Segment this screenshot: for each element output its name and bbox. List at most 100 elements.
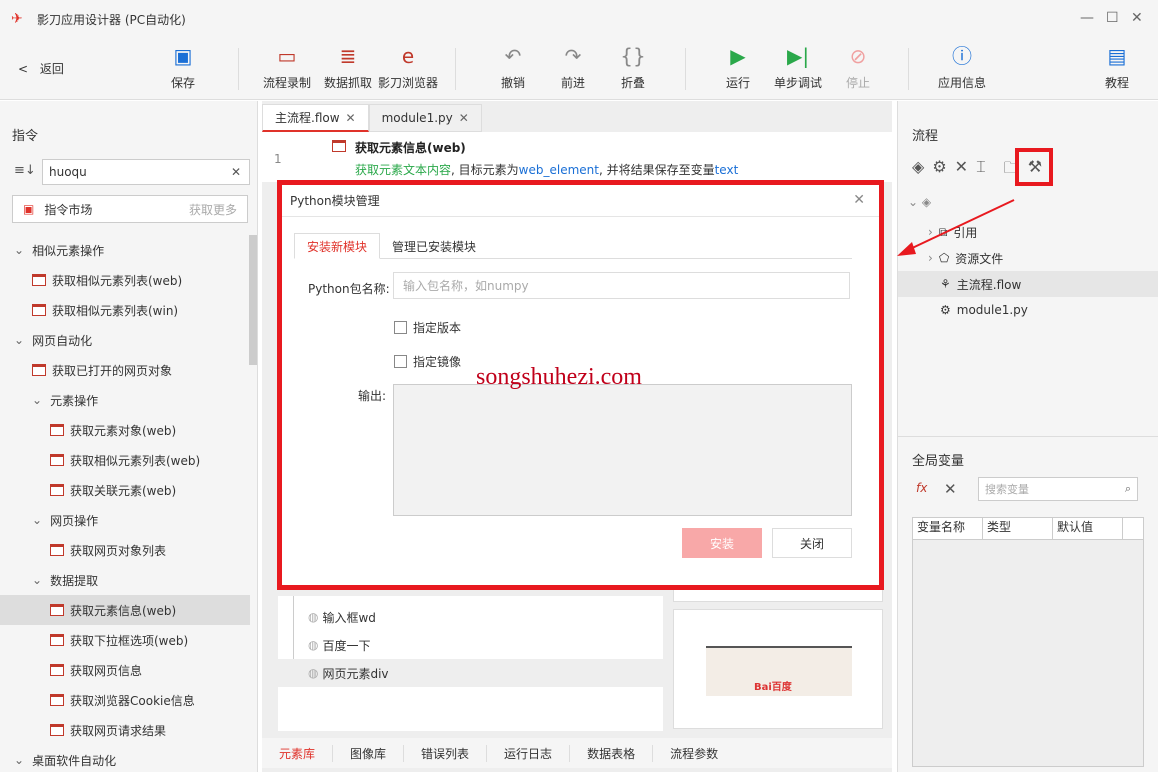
command-group[interactable]: ⌄ 桌面软件自动化	[0, 745, 250, 775]
redo-button[interactable]: ↷ 前进	[541, 43, 605, 91]
tab-main-flow[interactable]: 主流程.flow ✕	[262, 104, 369, 132]
command-item[interactable]: 获取元素信息(web)	[0, 595, 250, 625]
flow-title: 流程	[912, 129, 939, 144]
stop-button[interactable]: ⊘ 停止	[826, 43, 890, 91]
app-info-button[interactable]: ⓘ 应用信息	[930, 43, 994, 91]
get-more-link[interactable]: 获取更多	[189, 201, 237, 218]
tree-item-module1[interactable]: ⚙ module1.py	[928, 297, 1158, 323]
command-search-input[interactable]: huoqu ✕	[42, 159, 250, 185]
book-icon: ▤	[1107, 44, 1127, 68]
command-group[interactable]: ⌄ 数据提取	[0, 565, 250, 595]
tutorial-button[interactable]: ▤ 教程	[1085, 43, 1149, 91]
chevron-down-icon: ⌄	[32, 393, 43, 407]
rename-icon[interactable]: ⌶	[976, 157, 986, 184]
output-area[interactable]	[393, 384, 852, 516]
flow-step-row[interactable]: 1 获取元素信息(web) 获取元素文本内容, 目标元素为web_element…	[262, 132, 892, 182]
variable-search-input[interactable]: 搜索变量 ⌕	[978, 477, 1138, 501]
command-item[interactable]: 获取网页信息	[0, 655, 250, 685]
delete-icon[interactable]: ✕	[955, 157, 968, 184]
element-item[interactable]: ◍ 网页元素div	[278, 659, 663, 687]
close-tab-icon[interactable]: ✕	[346, 111, 356, 125]
back-button[interactable]: < 返回	[18, 60, 64, 77]
command-item[interactable]: 获取浏览器Cookie信息	[0, 685, 250, 715]
command-market-button[interactable]: ▣ 指令市场 获取更多	[12, 195, 248, 223]
record-button[interactable]: ▭ 流程录制	[255, 43, 319, 91]
clear-icon[interactable]: ✕	[231, 165, 241, 179]
checkbox-box	[394, 321, 407, 334]
specify-mirror-checkbox[interactable]: 指定镜像	[394, 353, 461, 370]
tab-element-library[interactable]: 元素库	[262, 744, 334, 762]
command-item[interactable]: 获取相似元素列表(web)	[0, 265, 250, 295]
step-debug-button[interactable]: ▶| 单步调试	[766, 43, 830, 91]
undo-button[interactable]: ↶ 撤销	[481, 43, 545, 91]
preview-image: Bai百度	[706, 646, 852, 696]
close-window-icon[interactable]: ✕	[1131, 10, 1143, 26]
folder-highlight	[1015, 148, 1053, 186]
tree-item-resources[interactable]: › ⬠ 资源文件	[928, 245, 1158, 271]
tree-item-main-flow[interactable]: ⚘ 主流程.flow	[898, 271, 1158, 297]
save-icon: ▣	[173, 44, 193, 68]
run-button[interactable]: ▶ 运行	[706, 43, 770, 91]
element-item[interactable]: ◍ 百度一下	[278, 634, 371, 656]
command-item[interactable]: 获取关联元素(web)	[0, 475, 250, 505]
output-label: 输出:	[358, 389, 387, 403]
element-item[interactable]: ◍ 输入框wd	[278, 606, 376, 628]
command-tree: ⌄ 相似元素操作 获取相似元素列表(web) 获取相似元素列表(win) ⌄ 网页自动化获…	[0, 235, 250, 775]
close-tab-icon[interactable]: ✕	[459, 111, 469, 125]
command-group[interactable]: ⌄ 网页操作	[0, 505, 250, 535]
python-icon[interactable]: ⚙	[932, 157, 946, 184]
chevron-down-icon: ⌄	[14, 243, 25, 257]
command-item[interactable]: 获取网页对象列表	[0, 535, 250, 565]
package-name-input[interactable]: 输入包名称，如numpy	[393, 272, 850, 299]
flow-tree: › ⧉ 引用 › ⬠ 资源文件 ⚘ 主流程.flow ⚙ module1.py	[898, 219, 1158, 323]
tab-manage-installed[interactable]: 管理已安装模块	[380, 233, 488, 259]
command-icon	[50, 544, 64, 556]
tab-error-list[interactable]: 错误列表	[404, 744, 488, 762]
tab-flow-params[interactable]: 流程参数	[653, 745, 735, 762]
command-group[interactable]: ⌄ 元素操作	[0, 385, 250, 415]
command-item[interactable]: 获取下拉框选项(web)	[0, 625, 250, 655]
tab-run-log[interactable]: 运行日志	[487, 744, 571, 762]
redo-icon: ↷	[564, 44, 582, 68]
sort-icon[interactable]: ≡↓	[14, 163, 36, 178]
element-icon: ◍	[308, 610, 319, 624]
command-icon	[50, 424, 64, 436]
web-element-icon	[332, 140, 346, 152]
specify-version-checkbox[interactable]: 指定版本	[394, 319, 461, 336]
resource-icon: ⬠	[938, 251, 950, 265]
command-item[interactable]: 获取相似元素列表(win)	[0, 295, 250, 325]
close-dialog-icon[interactable]: ✕	[853, 192, 865, 208]
chevron-right-icon: ›	[928, 251, 933, 265]
package-name-label: Python包名称:	[308, 282, 390, 296]
tab-install-new[interactable]: 安装新模块	[294, 233, 381, 259]
fold-button[interactable]: {} 折叠	[601, 43, 665, 91]
minimize-icon[interactable]: —	[1080, 10, 1094, 26]
tab-module1[interactable]: module1.py ✕	[368, 104, 482, 132]
app-logo-icon: ✈	[11, 11, 23, 27]
browser-button[interactable]: e 影刀浏览器	[376, 43, 440, 91]
command-item[interactable]: 获取相似元素列表(web)	[0, 445, 250, 475]
layers-icon[interactable]: ◈	[912, 157, 924, 184]
chevron-down-icon: ⌄	[14, 333, 25, 347]
install-button[interactable]: 安装	[682, 528, 762, 558]
command-item[interactable]: 获取已打开的网页对象	[0, 355, 250, 385]
preview-frame	[673, 590, 883, 602]
command-item[interactable]: 获取元素对象(web)	[0, 415, 250, 445]
command-item[interactable]: 获取网页请求结果	[0, 715, 250, 745]
root-node[interactable]: ⌄ ◈	[908, 195, 931, 209]
element-icon: ◍	[308, 666, 319, 680]
extract-button[interactable]: ≣ 数据抓取	[316, 43, 380, 91]
save-button[interactable]: ▣ 保存	[151, 43, 215, 91]
maximize-icon[interactable]: ☐	[1106, 10, 1119, 26]
scrollbar[interactable]	[249, 235, 257, 365]
bottom-tabs: 元素库 图像库 错误列表 运行日志 数据表格 流程参数	[262, 738, 892, 768]
tree-item-reference[interactable]: › ⧉ 引用	[928, 219, 1158, 245]
tab-image-library[interactable]: 图像库	[333, 744, 405, 762]
delete-variable-icon[interactable]: ✕	[944, 480, 957, 498]
tab-data-table[interactable]: 数据表格	[570, 744, 654, 762]
close-button[interactable]: 关闭	[772, 528, 852, 558]
command-group[interactable]: ⌄ 网页自动化	[0, 325, 250, 355]
command-group[interactable]: ⌄ 相似元素操作	[0, 235, 250, 265]
title-bar: ✈ 影刀应用设计器 (PC自动化)	[0, 0, 1158, 38]
fx-icon[interactable]: fx	[916, 481, 927, 495]
